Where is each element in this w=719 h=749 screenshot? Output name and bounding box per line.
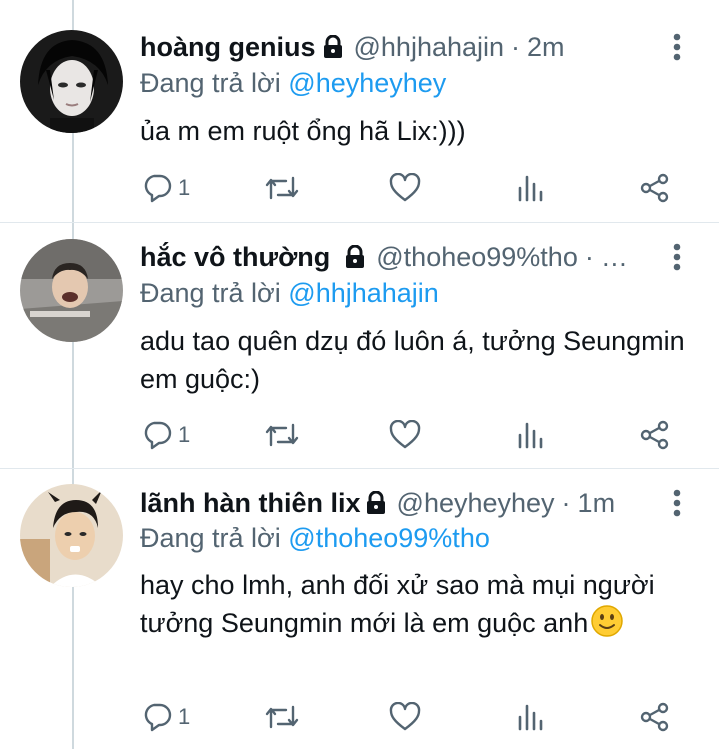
analytics-button[interactable] [516,168,544,208]
action-bar: 1 [0,415,719,455]
reply-count: 1 [178,704,191,729]
divider [0,222,719,223]
more-vertical-icon[interactable] [668,486,686,520]
display-name[interactable]: hoàng genius [140,32,316,62]
display-name[interactable]: hắc vô thường [140,242,330,272]
share-icon [640,702,669,732]
avatar[interactable] [20,239,123,342]
handle[interactable]: @hhjhahajin [354,32,505,62]
avatar-image [20,30,123,133]
reply-icon [144,421,172,450]
separator: · [511,32,521,62]
more-vertical-icon[interactable] [668,240,686,274]
timestamp[interactable]: 2m [527,32,565,62]
heart-icon [389,173,421,202]
more-vertical-icon[interactable] [668,30,686,64]
retweet-button[interactable] [264,697,300,737]
like-button[interactable] [389,697,421,737]
action-bar: 1 [0,168,719,208]
reply-icon [144,174,172,203]
reply-button[interactable]: 1 [142,415,190,455]
reply-prefix: Đang trả lời [140,523,281,553]
reply-button[interactable]: 1 [142,697,190,737]
reply-prefix: Đang trả lời [140,68,281,98]
timestamp[interactable]: 1m [578,488,616,518]
tweet-header: hoàng genius @hhjhahajin · 2m [140,30,565,64]
reply-mention[interactable]: @heyheyhey [288,68,446,98]
analytics-icon [518,704,543,731]
timestamp[interactable]: … [601,242,628,272]
display-name[interactable]: lãnh hàn thiên lix [140,488,361,518]
analytics-button[interactable] [516,697,544,737]
tweet-text: adu tao quên dzụ đó luôn á, tưởng Seungm… [140,326,685,394]
tweet-text: hay cho lmh, anh đối xử sao mà mụi người… [140,566,700,648]
reply-button[interactable]: 1 [142,168,190,208]
replying-to: Đang trả lời @heyheyhey [140,66,446,100]
lock-icon [322,33,344,67]
reply-mention[interactable]: @hhjhahajin [288,278,439,308]
slightly-smiling-face-emoji [590,604,624,648]
replying-to: Đang trả lời @hhjhahajin [140,276,439,310]
reply-prefix: Đang trả lời [140,278,281,308]
share-button[interactable] [640,168,670,208]
share-button[interactable] [640,697,670,737]
tweet-text-content: hay cho lmh, anh đối xử sao mà mụi người… [140,570,655,638]
share-icon [640,173,669,203]
retweet-button[interactable] [264,415,300,455]
tweet-text: ủa m em ruột ổng hã Lix:))) [140,116,466,146]
reply-count: 1 [178,175,191,200]
retweet-button[interactable] [264,168,300,208]
divider [0,468,719,469]
analytics-button[interactable] [516,415,544,455]
tweet-header: hắc vô thường @thoheo99%tho ·… [140,240,628,274]
like-button[interactable] [389,168,421,208]
avatar-image [20,239,123,342]
separator: · [584,242,594,272]
lock-icon [365,489,387,523]
avatar[interactable] [20,484,123,587]
lock-icon [344,243,366,277]
share-icon [640,420,669,450]
heart-icon [389,702,421,731]
avatar-image [20,484,123,587]
handle[interactable]: @thoheo99%tho [376,242,578,272]
tweet-header: lãnh hàn thiên lix @heyheyhey · 1m [140,486,615,520]
reply-icon [144,703,172,732]
retweet-icon [265,176,299,200]
like-button[interactable] [389,415,421,455]
replying-to: Đang trả lời @thoheo99%tho [140,521,490,555]
share-button[interactable] [640,415,670,455]
reply-mention[interactable]: @thoheo99%tho [288,523,490,553]
avatar[interactable] [20,30,123,133]
action-bar: 1 [0,697,719,737]
analytics-icon [518,422,543,449]
reply-count: 1 [178,422,191,447]
heart-icon [389,420,421,449]
retweet-icon [265,423,299,447]
separator: · [561,488,571,518]
handle[interactable]: @heyheyhey [397,488,555,518]
analytics-icon [518,175,543,202]
retweet-icon [265,705,299,729]
